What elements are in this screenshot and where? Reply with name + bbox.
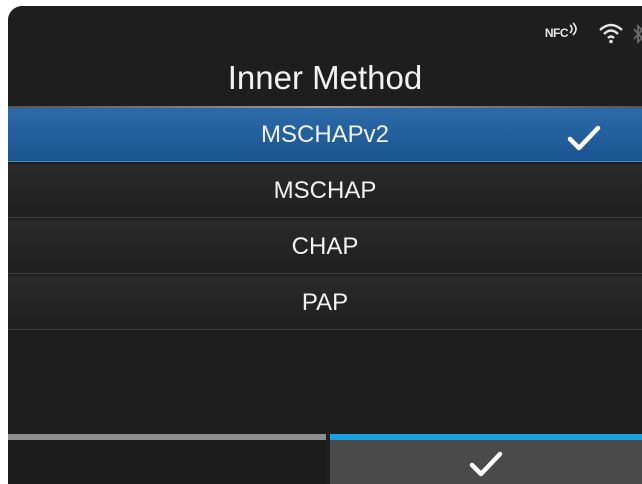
wifi-icon (598, 22, 624, 49)
option-mschap[interactable]: MSCHAP (8, 164, 642, 218)
confirm-button[interactable] (330, 434, 642, 484)
status-bar: NFC (502, 20, 642, 48)
checkmark-icon (467, 450, 505, 480)
nfc-icon (568, 22, 580, 41)
option-label: PAP (301, 289, 349, 316)
option-label: MSCHAP (273, 177, 377, 204)
printer-screen: NFC Inner Method MSCHAPv2 MSCHAP CHAP PA… (8, 6, 642, 484)
option-label: CHAP (291, 233, 359, 260)
option-label: MSCHAPv2 (260, 121, 390, 148)
option-chap[interactable]: CHAP (8, 220, 642, 274)
page-title: Inner Method (227, 59, 423, 96)
option-pap[interactable]: PAP (8, 276, 642, 330)
bottom-button-bar (8, 434, 642, 484)
left-button[interactable] (8, 434, 326, 484)
option-mschapv2[interactable]: MSCHAPv2 (8, 108, 642, 162)
option-list: MSCHAPv2 MSCHAP CHAP PAP (8, 108, 642, 330)
checkmark-icon (566, 120, 602, 151)
bluetooth-icon (632, 22, 642, 51)
nfc-label: NFC (544, 26, 569, 40)
